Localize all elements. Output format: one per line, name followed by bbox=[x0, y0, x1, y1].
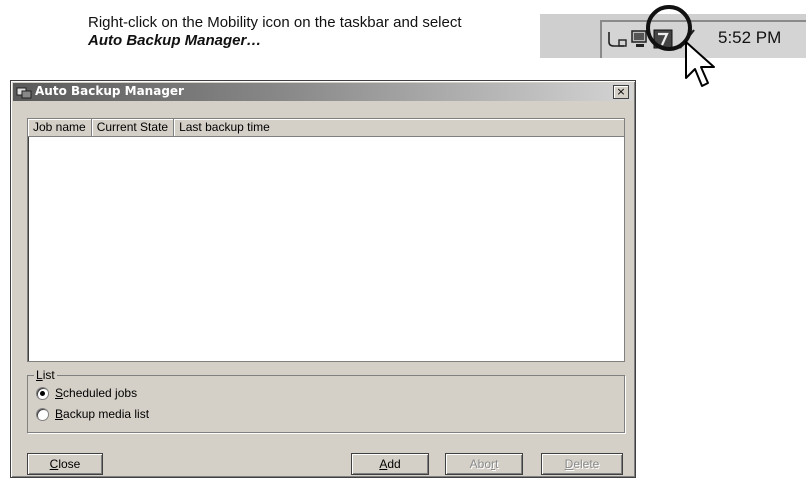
add-button[interactable]: Add bbox=[351, 453, 429, 475]
column-header-job-name[interactable]: Job name bbox=[28, 119, 92, 136]
group-legend: List bbox=[34, 368, 57, 382]
taskbar-clock[interactable]: 5:52 PM bbox=[718, 28, 781, 48]
auto-backup-manager-window: Auto Backup Manager × Job name Current S… bbox=[10, 80, 636, 478]
window-title: Auto Backup Manager bbox=[35, 84, 184, 98]
instruction-line-1: Right-click on the Mobility icon on the … bbox=[88, 14, 462, 31]
scheduled-jobs-option[interactable]: Scheduled jobs bbox=[36, 386, 137, 400]
close-icon[interactable]: × bbox=[613, 85, 629, 99]
instruction-line-2: Auto Backup Manager… bbox=[88, 32, 262, 49]
backup-media-list-label: Backup media list bbox=[55, 407, 150, 421]
scheduled-jobs-label: Scheduled jobs bbox=[55, 386, 138, 400]
column-header-last-backup-time[interactable]: Last backup time bbox=[174, 119, 624, 136]
close-button[interactable]: Close bbox=[27, 453, 103, 475]
network-icon[interactable] bbox=[606, 28, 628, 50]
scheduled-jobs-radio[interactable] bbox=[36, 386, 49, 400]
instruction-text: Right-click on the Mobility icon on the … bbox=[88, 14, 518, 50]
list-groupbox: List Scheduled jobs Backup media list bbox=[27, 368, 625, 433]
column-header-current-state[interactable]: Current State bbox=[92, 119, 175, 136]
backup-media-list-option[interactable]: Backup media list bbox=[36, 407, 149, 421]
app-icon bbox=[16, 87, 32, 99]
list-header: Job name Current State Last backup time bbox=[28, 119, 624, 137]
jobs-list[interactable]: Job name Current State Last backup time bbox=[27, 118, 625, 362]
title-bar[interactable]: Auto Backup Manager × bbox=[13, 83, 633, 101]
backup-media-list-radio[interactable] bbox=[36, 407, 49, 421]
delete-button[interactable]: Delete bbox=[541, 453, 623, 475]
mouse-pointer-icon bbox=[685, 41, 715, 87]
abort-button[interactable]: Abo r t bbox=[445, 453, 523, 475]
